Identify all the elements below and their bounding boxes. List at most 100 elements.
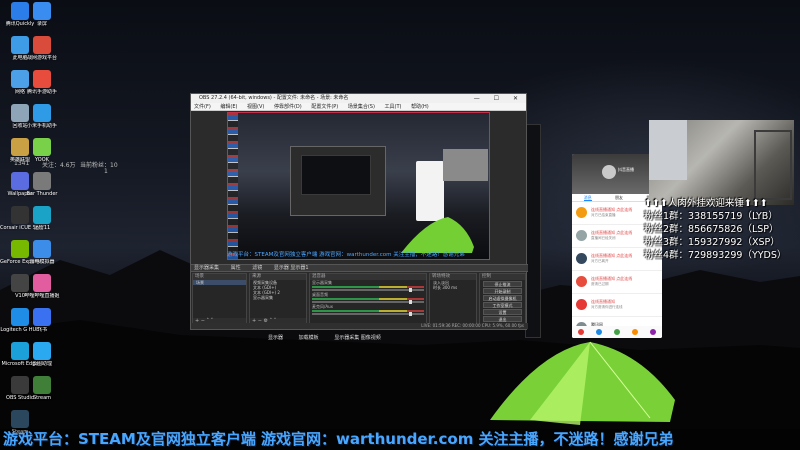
yook-icon [33, 138, 51, 156]
background-window[interactable] [525, 124, 541, 338]
avatar [576, 276, 587, 287]
window-controls[interactable]: — ☐ ✕ [474, 94, 524, 103]
studio-mode-button[interactable]: 工作室模式 [483, 302, 522, 308]
scene-label[interactable]: 显示器采集 图像视频 [334, 335, 381, 341]
record-icon [33, 2, 51, 20]
stat-small: 1 [104, 168, 108, 175]
volume-meter [312, 298, 424, 300]
desktop-shortcut[interactable]: 雷电模拟器 [22, 240, 62, 265]
avatar[interactable] [602, 165, 616, 179]
obs-window[interactable]: OBS 27.2.4 (64-bit, windows) - 配置文件: 未命名… [190, 93, 528, 330]
track-name: 桌面音频 [312, 292, 328, 297]
sc-filters[interactable]: 滤镜 [252, 265, 262, 271]
nested-obs-preview [290, 146, 386, 216]
tab-friends[interactable]: 朋友 [615, 194, 623, 201]
sc-properties[interactable]: 属性 [231, 265, 241, 271]
menu-view[interactable]: 视图(V) [247, 104, 264, 110]
mi-icon [33, 104, 51, 122]
preview-tent [401, 217, 474, 253]
ticker-text: 游戏平台：STEAM及官网独立客户端 游戏官网：warthunder.com 关… [3, 430, 674, 448]
obs-titlebar[interactable]: OBS 27.2.4 (64-bit, windows) - 配置文件: 未命名… [191, 94, 526, 103]
group-line: 粉丝3群：159327992（XSP） [644, 237, 780, 248]
menu-profile[interactable]: 配置文件(P) [311, 104, 338, 110]
desktop-shortcut[interactable]: 云图助理 [22, 342, 62, 367]
volume-slider[interactable] [312, 300, 424, 304]
start-recording-button[interactable]: 开始录制 [483, 288, 522, 294]
settings-button[interactable]: 设置 [483, 309, 522, 315]
menu-edit[interactable]: 编辑(E) [220, 104, 237, 110]
desktop-shortcut[interactable]: Bar Thunder [22, 172, 62, 197]
message-icon[interactable] [632, 329, 638, 335]
phone-header-title: 抖音直播 [618, 167, 634, 172]
track-name: 麦克风/Aux [312, 304, 333, 309]
scene-label[interactable]: 显示器 [268, 335, 283, 341]
webcam-window-light [649, 120, 687, 180]
volume-slider[interactable] [312, 288, 424, 292]
mixer-track[interactable]: 显示器采集 [310, 280, 426, 292]
message-preview: 邀请已过期 [591, 282, 609, 286]
desktop-shortcut[interactable]: 哔哩哔哩直播姬 [22, 274, 62, 299]
fans-stat: 当前粉丝：10 [80, 162, 118, 169]
track-name: 显示器采集 [312, 280, 332, 285]
group-line: 粉丝2群：856675826（LSP） [644, 224, 779, 235]
obs-title: OBS 27.2.4 (64-bit, windows) - 配置文件: 未命名… [199, 95, 349, 101]
list-item[interactable]: 连线直播通知 对方邀请你进行连线 [572, 294, 662, 317]
desktop-shortcut[interactable]: 小米手机助手 [22, 104, 62, 129]
volume-meter [312, 286, 424, 288]
obs-preview[interactable] [227, 112, 490, 260]
avatar [576, 299, 587, 310]
scene-labels: 显示器 加载模板 显示器采集 图像视频 [268, 334, 395, 341]
bottom-ticker: 游戏平台：STEAM及官网独立客户端 游戏官网：warthunder.com 关… [0, 429, 800, 450]
thunder-icon [33, 172, 51, 190]
scene-label[interactable]: 加载模板 [299, 335, 319, 341]
stop-streaming-button[interactable]: 停止推流 [483, 281, 522, 287]
transition-duration[interactable]: 时长 300 ms [430, 285, 476, 290]
group-line: 粉丝1群：338155719（LYB） [644, 211, 778, 222]
game-icon [33, 36, 51, 54]
exit-button[interactable]: 退出 [483, 316, 522, 322]
menu-file[interactable]: 文件(F) [194, 104, 211, 110]
sc-display[interactable]: 显示器 显示器1 [274, 265, 309, 271]
menu-scene-collection[interactable]: 场景集合(S) [348, 104, 375, 110]
desktop-shortcut[interactable]: 迅雷11 [22, 206, 62, 231]
home-icon[interactable] [578, 329, 584, 335]
xunlei-icon [33, 206, 51, 224]
source-context-bar: 显示器采集 属性 滤镜 显示器 显示器1 [191, 264, 528, 272]
steam-icon [11, 410, 29, 428]
menu-docks[interactable]: 停靠部件(D) [274, 104, 302, 110]
mixer-track[interactable]: 桌面音频 [310, 292, 426, 304]
volume-slider[interactable] [312, 312, 424, 316]
tent-graphic [490, 341, 675, 425]
desktop-shortcut[interactable]: Stream [22, 376, 62, 401]
overlay-title: ⬆⬆⬆人肉外挂欢迎来锤⬆⬆⬆ [644, 198, 768, 209]
menu-tools[interactable]: 工具(T) [385, 104, 402, 110]
avatar [576, 253, 587, 264]
bilibili-icon [33, 274, 51, 292]
scene-item[interactable]: 场景 [193, 280, 246, 285]
fan-group-overlay: ⬆⬆⬆人肉外挂欢迎来锤⬆⬆⬆ 粉丝1群：338155719（LYB） 粉丝2群：… [644, 197, 800, 262]
sources-dock: 来源 视频采集设备 文本 (GDI+) 文本 (GDI+) 2 显示器采集 + … [249, 273, 307, 325]
list-item[interactable]: 连线直播通知 点此连线 邀请已过期 [572, 271, 662, 294]
emulator-icon [33, 240, 51, 258]
stream-icon [33, 376, 51, 394]
webcam-feed [649, 120, 794, 205]
desktop-shortcut[interactable]: 腾讯手游助手 [22, 70, 62, 95]
source-item[interactable]: 显示器采集 [250, 295, 306, 300]
controls-title: 控制 [480, 274, 525, 280]
discover-icon[interactable] [596, 329, 602, 335]
virtual-camera-button[interactable]: 启动虚拟摄像机 [483, 295, 522, 301]
message-preview: 对方已结束直播 [591, 213, 616, 217]
menu-help[interactable]: 帮助(H) [411, 104, 429, 110]
message-preview: 对方邀请你进行连线 [591, 305, 623, 309]
profile-icon[interactable] [650, 329, 656, 335]
desktop-shortcut[interactable]: 战网游戏平台 [22, 36, 62, 61]
followers-stat: 关注：4.6万 [42, 162, 76, 169]
desktop-shortcut[interactable]: 录屏 [22, 2, 62, 27]
tab-messages[interactable]: 消息 [583, 194, 592, 201]
add-icon[interactable] [614, 329, 620, 335]
mixer-track[interactable]: 麦克风/Aux [310, 304, 426, 316]
webcam-rack [754, 130, 792, 200]
desktop-shortcut[interactable]: 飞书 [22, 308, 62, 333]
obs-statusbar: LIVE: 01:59:36 REC: 00:00:00 CPU: 5.9%, … [191, 323, 528, 329]
avatar [576, 230, 587, 241]
